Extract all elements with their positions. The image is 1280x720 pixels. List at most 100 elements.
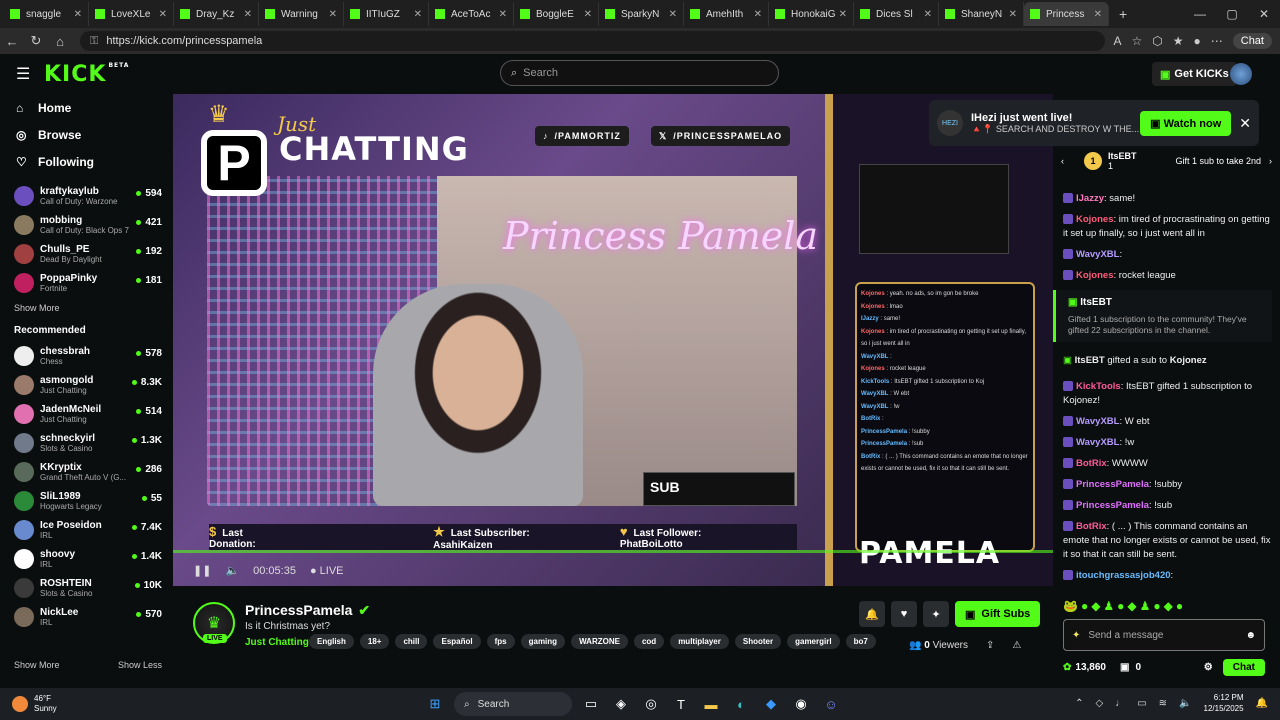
home-button[interactable]: ⌂ <box>48 34 72 49</box>
report-icon[interactable]: ⚠ <box>1012 640 1021 651</box>
tag-chip[interactable]: fps <box>486 634 515 649</box>
browser-tab[interactable]: Dray_Kz ✕ <box>174 2 259 26</box>
settings-gear-icon[interactable]: ⚙ <box>1204 662 1213 673</box>
taskbar-search[interactable]: ⌕ Search <box>454 692 572 716</box>
channel-item[interactable]: chessbrah Chess 578 <box>0 341 172 370</box>
close-notification-icon[interactable]: ✕ <box>1239 115 1251 132</box>
tag-chip[interactable]: WARZONE <box>571 634 628 649</box>
vscode-icon[interactable]: ◆ <box>760 693 782 715</box>
watch-now-button[interactable]: ▣ Watch now <box>1140 110 1232 136</box>
tag-chip[interactable]: cod <box>633 634 665 649</box>
teams-icon[interactable]: T <box>670 693 692 715</box>
tag-chip[interactable]: 18+ <box>359 634 390 649</box>
chat-username[interactable]: WavyXBL <box>1076 249 1119 260</box>
tab-close-icon[interactable]: ✕ <box>669 9 677 20</box>
display-icon[interactable]: ▭ <box>1137 698 1146 709</box>
follow-heart-button[interactable]: ♥ <box>891 601 917 627</box>
channel-item[interactable]: PoppaPinky Fortnite 181 <box>0 268 172 297</box>
chat-username[interactable]: Kojones <box>1076 214 1113 225</box>
chat-username[interactable]: Kojones <box>1076 270 1113 281</box>
tab-close-icon[interactable]: ✕ <box>1009 9 1017 20</box>
browser-tab[interactable]: Warning ✕ <box>259 2 344 26</box>
maximize-button[interactable]: ▢ <box>1216 7 1248 21</box>
reload-button[interactable]: ↻ <box>24 33 48 49</box>
channel-item[interactable]: shoovy IRL 1.4K <box>0 544 172 573</box>
chrome-icon[interactable]: ◉ <box>790 693 812 715</box>
chat-username[interactable]: WavyXBL <box>1076 437 1119 448</box>
favorite-star-icon[interactable]: ☆ <box>1131 34 1142 48</box>
browser-tab[interactable]: snaggle ✕ <box>4 2 89 26</box>
tab-close-icon[interactable]: ✕ <box>839 9 847 20</box>
show-more-button[interactable]: Show More <box>14 660 60 670</box>
browser-tab[interactable]: AceToAc ✕ <box>429 2 514 26</box>
channel-item[interactable]: NickLee IRL 570 <box>0 602 172 631</box>
tab-close-icon[interactable]: ✕ <box>414 9 422 20</box>
tag-chip[interactable]: chill <box>395 634 428 649</box>
chevron-right-icon[interactable]: › <box>1269 156 1272 166</box>
sidebar-item-browse[interactable]: ◎ Browse <box>0 121 172 148</box>
progress-bar[interactable] <box>173 550 1053 553</box>
browser-tab[interactable]: AmehIth ✕ <box>684 2 769 26</box>
profile-icon[interactable]: ● <box>1194 34 1201 48</box>
chat-username[interactable]: PrincessPamela <box>1076 479 1149 490</box>
network-icon[interactable]: ◇ <box>1096 698 1104 709</box>
browser-tab[interactable]: Princess ✕ <box>1024 2 1109 26</box>
share-icon[interactable]: ⇪ <box>986 640 994 651</box>
edge-icon[interactable]: ◐ <box>730 693 752 715</box>
chat-username[interactable]: KickTools <box>1076 381 1121 392</box>
channel-item[interactable]: KKryptix Grand Theft Auto V (G... 286 <box>0 457 172 486</box>
sparkle-button[interactable]: ✦ <box>923 601 949 627</box>
tab-close-icon[interactable]: ✕ <box>584 9 592 20</box>
browser-tab[interactable]: Dices Sl ✕ <box>854 2 939 26</box>
start-menu-icon[interactable]: ⊞ <box>424 693 446 715</box>
sidebar-item-following[interactable]: ♡ Following <box>0 148 172 175</box>
streamer-name[interactable]: PrincessPamela ✔ <box>245 602 370 619</box>
system-clock[interactable]: 6:12 PM 12/15/2025 <box>1204 692 1244 714</box>
copilot-chat-button[interactable]: Chat <box>1232 33 1272 49</box>
volume-icon[interactable]: 🔈 <box>225 564 239 577</box>
chat-username[interactable]: itouchgrassasjob420 <box>1076 570 1171 581</box>
copilot-icon[interactable]: ◈ <box>610 693 632 715</box>
pause-icon[interactable]: ❚❚ <box>193 564 211 577</box>
browser-tab[interactable]: ShaneyN ✕ <box>939 2 1024 26</box>
channel-item[interactable]: schneckyirl Slots & Casino 1.3K <box>0 428 172 457</box>
read-aloud-icon[interactable]: A <box>1113 34 1121 48</box>
get-kicks-button[interactable]: ▣ Get KICKs <box>1152 62 1237 86</box>
notifications-bell-button[interactable]: 🔔 <box>859 601 885 627</box>
channel-item[interactable]: mobbing Call of Duty: Black Ops 7 421 <box>0 210 172 239</box>
tag-chip[interactable]: Español <box>433 634 481 649</box>
mic-icon[interactable]: ♩ <box>1115 698 1125 709</box>
browser-tab[interactable]: SparkyN ✕ <box>599 2 684 26</box>
tab-close-icon[interactable]: ✕ <box>754 9 762 20</box>
tray-chevron-icon[interactable]: ⌃ <box>1075 698 1083 709</box>
gift-box-icon[interactable]: ▣ <box>1120 662 1129 673</box>
site-info-icon[interactable]: ⚿ <box>90 35 98 48</box>
video-player[interactable]: Princess Pamela ♛ P Just CHATTING ♪/PAMM… <box>173 94 1053 586</box>
channel-item[interactable]: Chulls_PE Dead By Daylight 192 <box>0 239 172 268</box>
tag-chip[interactable]: English <box>309 634 354 649</box>
weather-widget[interactable]: 46°F Sunny <box>0 694 57 714</box>
new-tab-button[interactable]: + <box>1119 6 1127 22</box>
volume-icon[interactable]: 🔈 <box>1179 698 1191 709</box>
user-avatar[interactable] <box>1230 63 1252 85</box>
emoji-icon[interactable]: ☻ <box>1245 630 1256 641</box>
send-message-input[interactable]: ✦ Send a message ☻ <box>1063 619 1265 651</box>
sidebar-item-home[interactable]: ⌂ Home <box>0 94 172 121</box>
tag-chip[interactable]: bo7 <box>845 634 876 649</box>
back-button[interactable]: ← <box>0 34 24 49</box>
emote-bar[interactable]: 🐸●◆♟●◆♟●◆● <box>1063 599 1186 613</box>
channel-item[interactable]: kraftykaylub Call of Duty: Warzone 594 <box>0 181 172 210</box>
chat-username[interactable]: IJazzy <box>1076 193 1104 204</box>
stream-category[interactable]: Just Chatting <box>245 637 309 648</box>
tab-close-icon[interactable]: ✕ <box>244 9 252 20</box>
kick-logo[interactable]: KICK BETA <box>44 62 129 87</box>
show-more-following[interactable]: Show More <box>0 297 172 319</box>
wifi-icon[interactable]: ≋ <box>1159 698 1167 709</box>
tab-close-icon[interactable]: ✕ <box>1094 9 1102 20</box>
chat-username[interactable]: PrincessPamela <box>1076 500 1149 511</box>
tag-chip[interactable]: multiplayer <box>670 634 729 649</box>
tab-close-icon[interactable]: ✕ <box>159 9 167 20</box>
tab-close-icon[interactable]: ✕ <box>74 9 82 20</box>
channel-item[interactable]: JadenMcNeil Just Chatting 514 <box>0 399 172 428</box>
chevron-left-icon[interactable]: ‹ <box>1061 156 1064 166</box>
